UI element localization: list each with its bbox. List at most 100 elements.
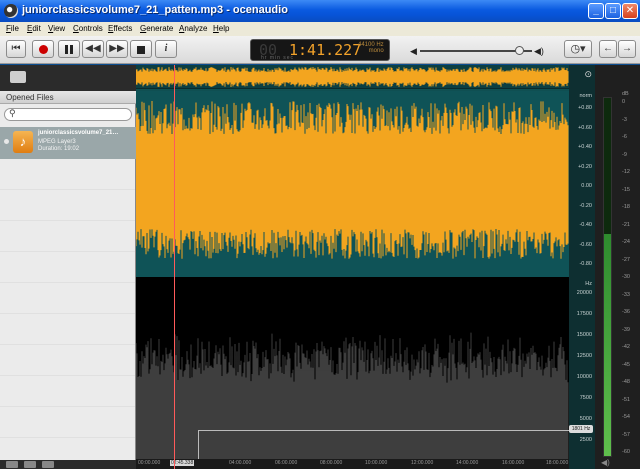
menu-view[interactable]: View: [48, 24, 65, 33]
time-options-button[interactable]: ◷▾: [564, 40, 592, 58]
timeline-tick-label: 06:00.000: [275, 460, 298, 466]
meter-tick-label: -48: [622, 379, 630, 385]
menu-controls[interactable]: Controls: [73, 24, 103, 33]
sidebar: Opened Files ⚲ ♪ juniorclassicsvolume7_2…: [0, 65, 136, 469]
meter-tick-label: -36: [622, 309, 630, 315]
back-to-start-button[interactable]: ⏮: [6, 40, 26, 58]
menu-generate[interactable]: Generate: [140, 24, 173, 33]
meter-tick-label: -54: [622, 414, 630, 420]
speaker-icon[interactable]: ◀): [601, 458, 610, 467]
frequency-cursor-edge: [198, 430, 199, 459]
pause-button[interactable]: [58, 40, 80, 58]
playhead-cursor[interactable]: [174, 65, 175, 469]
fast-forward-button[interactable]: ▶▶: [106, 40, 128, 58]
frequency-tick-label: 10000: [576, 374, 592, 380]
maximize-button[interactable]: □: [605, 3, 621, 19]
frequency-tick-label: 12500: [576, 353, 592, 359]
menu-effects[interactable]: Effects: [108, 24, 132, 33]
waveform-graphic: [136, 101, 569, 259]
volume-slider[interactable]: ◀ ◀): [410, 46, 545, 56]
open-folder-icon[interactable]: [10, 71, 26, 83]
close-button[interactable]: ✕: [622, 3, 638, 19]
meter-tick-label: -33: [622, 291, 630, 298]
view-mode-3-icon[interactable]: [42, 461, 54, 468]
view-mode-1-icon[interactable]: [6, 461, 18, 468]
skip-start-icon: ⏮: [11, 43, 21, 54]
meter-tick-label: -39: [622, 326, 630, 333]
file-list-item[interactable]: ♪ juniorclassicsvolume7_21… MPEG Layer3 …: [0, 127, 136, 159]
amplitude-tick-label: -0.40: [579, 222, 592, 228]
time-display: 00 1:41.227 44100 Hz mono hr min sec: [250, 39, 390, 61]
meter-tick-label: -51: [622, 396, 630, 403]
meter-tick-label: -27: [622, 256, 630, 263]
app-icon: [4, 4, 18, 18]
view-mode-2-icon[interactable]: [24, 461, 36, 468]
meter-tick-label: -18: [622, 204, 630, 210]
timeline-tick-label: 18:00.000: [546, 460, 569, 466]
meter-tick-label: -15: [622, 186, 630, 193]
spectrogram-graphic: [136, 332, 569, 459]
menu-bar: File Edit View Controls Effects Generate…: [0, 22, 640, 36]
amplitude-tick-label: +0.20: [578, 163, 592, 170]
timeline-tick-label: 14:00.000: [456, 460, 479, 466]
waveform-view[interactable]: [136, 91, 569, 277]
meter-tick-label: -30: [622, 274, 630, 280]
audio-file-icon: ♪: [13, 131, 33, 153]
timeline-tick-label: 16:00.000: [502, 460, 525, 466]
meter-tick-label: -60: [622, 449, 630, 455]
amplitude-unit: norm: [579, 93, 592, 99]
record-button[interactable]: [32, 40, 54, 58]
time-value: 1:41.227: [289, 41, 362, 59]
time-units: hr min sec: [261, 55, 295, 61]
rewind-icon: ◀◀: [85, 43, 101, 54]
minimize-button[interactable]: _: [588, 3, 604, 19]
stop-button[interactable]: [130, 40, 152, 58]
frequency-tick-label: 17500: [576, 311, 592, 317]
menu-file[interactable]: File: [6, 24, 19, 33]
amplitude-tick-label: +0.40: [578, 144, 592, 150]
zoom-icon[interactable]: ⊙: [584, 69, 592, 80]
waveform-overview[interactable]: [136, 65, 569, 89]
frequency-cursor-label: 1801 Hz: [569, 425, 593, 433]
meter-tick-label: -9: [622, 151, 627, 158]
window-title: juniorclassicsvolume7_21_patten.mp3 - oc…: [22, 4, 288, 16]
timeline-tick-label: 10:00.000: [365, 460, 388, 466]
meter-tick-label: -24: [622, 239, 630, 245]
level-meter: dB ◀) 0 -3 -6 -9 -12 -15 -18 -21 -24 -27 -30 -33 -36…: [595, 65, 640, 469]
volume-knob[interactable]: [515, 46, 524, 55]
value-axis: ⊙ norm Hz 1801 Hz +0.80 +0.60 +0.40 +0.20 0.…: [569, 65, 595, 469]
volume-low-icon: ◀: [410, 46, 417, 56]
channel-mode: mono: [368, 48, 384, 54]
volume-high-icon: ◀): [534, 46, 544, 56]
rewind-button[interactable]: ◀◀: [82, 40, 104, 58]
spectrogram-view[interactable]: [136, 277, 569, 459]
spectrogram-path: [136, 332, 569, 459]
arrow-left-icon: ←: [603, 43, 613, 54]
timeline-ruler[interactable]: 00:00.000 02:45.338 04:00.000 06:00.000 08:0…: [136, 459, 569, 469]
amplitude-tick-label: -0.20: [579, 202, 592, 209]
file-format: MPEG Layer3: [38, 139, 76, 145]
info-button[interactable]: i: [155, 40, 177, 58]
menu-edit[interactable]: Edit: [27, 24, 41, 33]
sidebar-view-buttons: [0, 460, 136, 469]
app-window: juniorclassicsvolume7_21_patten.mp3 - oc…: [0, 0, 640, 469]
menu-analyze[interactable]: Analyze: [179, 24, 207, 33]
amplitude-tick-label: -0.80: [579, 261, 592, 267]
frequency-tick-label: 15000: [576, 332, 592, 338]
clock-icon: ◷▾: [570, 43, 586, 55]
search-icon: ⚲: [9, 108, 16, 118]
file-status-dot: [4, 139, 9, 144]
redo-button[interactable]: →: [618, 40, 636, 58]
timeline-tick-label: 00:00.000: [138, 460, 161, 466]
file-search-input[interactable]: ⚲: [4, 108, 132, 121]
sidebar-toolbar: [0, 65, 136, 91]
undo-button[interactable]: ←: [599, 40, 617, 58]
waveform-editor[interactable]: 00:00.000 02:45.338 04:00.000 06:00.000 08:0…: [136, 65, 569, 469]
sidebar-header: Opened Files: [0, 91, 136, 104]
meter-tick-label: -3: [622, 116, 627, 123]
frequency-tick-label: 7500: [579, 395, 592, 401]
menu-help[interactable]: Help: [213, 24, 229, 33]
waveform-path: [136, 101, 569, 259]
timeline-tick-label: 04:00.000: [229, 460, 252, 466]
timeline-tick-label: 12:00.000: [411, 460, 434, 466]
